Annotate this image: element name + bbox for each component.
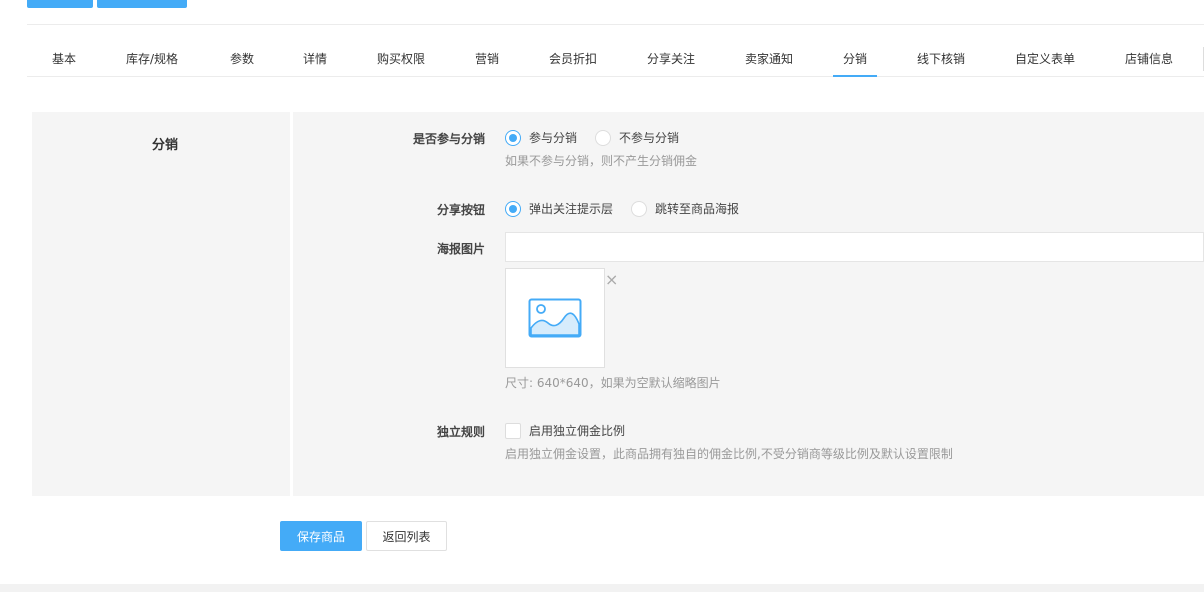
radio-checked-icon bbox=[505, 200, 521, 217]
participate-help: 如果不参与分销，则不产生分销佣金 bbox=[505, 154, 698, 168]
section-title: 分销 bbox=[152, 138, 179, 153]
participate-yes-label: 参与分销 bbox=[529, 131, 578, 145]
tab-bar: 基本 库存/规格 参数 详情 购买权限 营销 会员折扣 分享关注 卖家通知 分销… bbox=[27, 24, 1204, 77]
image-placeholder-icon bbox=[528, 298, 582, 338]
top-button-2[interactable] bbox=[97, 0, 187, 8]
tab-params[interactable]: 参数 bbox=[230, 50, 254, 67]
tab-purchase-permission[interactable]: 购买权限 bbox=[377, 50, 425, 67]
poster-help: 尺寸: 640*640，如果为空默认缩略图片 bbox=[505, 376, 721, 390]
poster-image-preview[interactable] bbox=[505, 268, 605, 368]
independent-commission-checkbox[interactable]: 启用独立佣金比例 bbox=[505, 422, 625, 439]
share-button-label: 分享按钮 bbox=[436, 203, 485, 217]
panel-divider bbox=[290, 112, 293, 496]
independent-rule-label: 独立规则 bbox=[436, 425, 485, 439]
poster-url-input[interactable] bbox=[505, 232, 1204, 262]
poster-label: 海报图片 bbox=[436, 242, 485, 256]
independent-rule-help: 启用独立佣金设置，此商品拥有独自的佣金比例,不受分销商等级比例及默认设置限制 bbox=[505, 447, 953, 461]
tab-distribution[interactable]: 分销 bbox=[843, 50, 867, 67]
checkbox-icon bbox=[505, 422, 521, 439]
tab-seller-notify[interactable]: 卖家通知 bbox=[745, 50, 793, 67]
tab-details[interactable]: 详情 bbox=[303, 50, 327, 67]
radio-checked-icon bbox=[505, 129, 521, 146]
radio-unchecked-icon bbox=[595, 129, 611, 146]
independent-commission-label: 启用独立佣金比例 bbox=[529, 424, 626, 438]
participate-no-radio[interactable]: 不参与分销 bbox=[595, 129, 679, 146]
tab-marketing[interactable]: 营销 bbox=[475, 50, 499, 67]
remove-image-icon[interactable]: × bbox=[605, 272, 618, 288]
save-product-button[interactable]: 保存商品 bbox=[280, 521, 362, 551]
tab-offline-verify[interactable]: 线下核销 bbox=[917, 50, 965, 67]
distribution-panel: 分销 是否参与分销 参与分销 不参与分销 如果不参与分销，则不产生分销佣金 分享… bbox=[32, 112, 1204, 496]
tab-member-discount[interactable]: 会员折扣 bbox=[549, 50, 597, 67]
back-to-list-button[interactable]: 返回列表 bbox=[366, 521, 447, 551]
tab-stock-spec[interactable]: 库存/规格 bbox=[126, 50, 178, 67]
tab-basic[interactable]: 基本 bbox=[52, 50, 76, 67]
radio-unchecked-icon bbox=[631, 200, 647, 217]
tab-custom-form[interactable]: 自定义表单 bbox=[1015, 50, 1075, 67]
footer-bar bbox=[0, 584, 1204, 592]
tab-share-follow[interactable]: 分享关注 bbox=[647, 50, 695, 67]
share-poster-radio[interactable]: 跳转至商品海报 bbox=[631, 200, 739, 217]
share-popup-radio[interactable]: 弹出关注提示层 bbox=[505, 200, 613, 217]
share-popup-label: 弹出关注提示层 bbox=[529, 202, 614, 216]
top-button-1[interactable] bbox=[27, 0, 93, 8]
participate-label: 是否参与分销 bbox=[412, 132, 485, 146]
tab-shop-info[interactable]: 店铺信息 bbox=[1125, 50, 1173, 67]
participate-yes-radio[interactable]: 参与分销 bbox=[505, 129, 577, 146]
active-tab-indicator bbox=[833, 75, 877, 77]
section-sidebar: 分销 bbox=[32, 112, 290, 496]
participate-no-label: 不参与分销 bbox=[619, 131, 680, 145]
share-poster-label: 跳转至商品海报 bbox=[655, 202, 740, 216]
